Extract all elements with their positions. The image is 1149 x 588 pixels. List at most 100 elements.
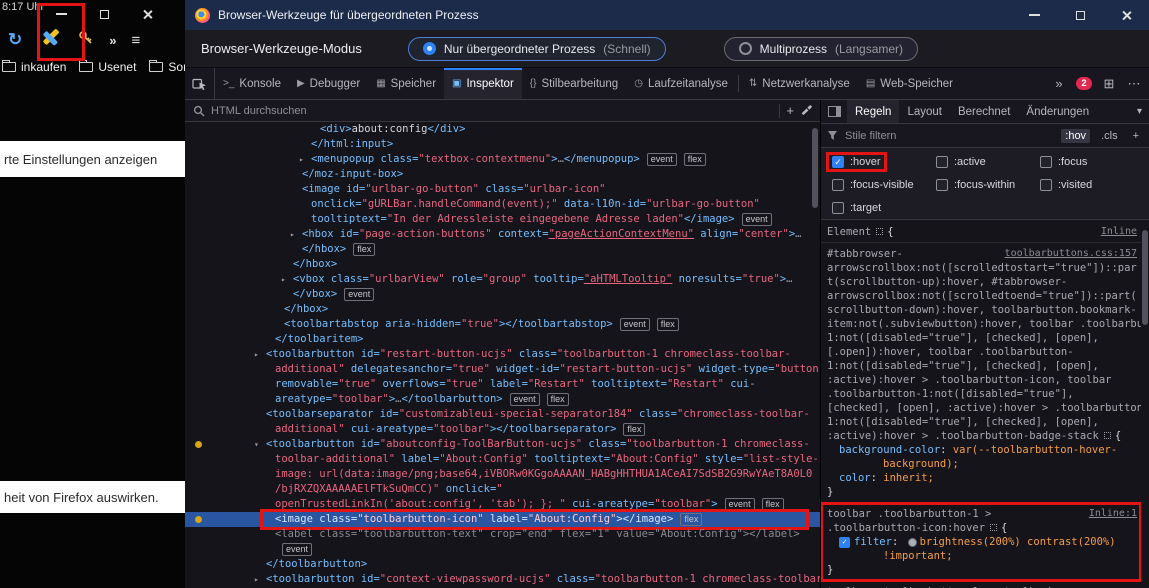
selector-highlighter-icon[interactable] [1104,432,1111,439]
attr-value[interactable]: "aHTMLTooltip" [584,273,673,285]
pseudo-item-hover[interactable]: :hover [829,155,884,169]
sidebar-tab-layout[interactable]: Layout [899,100,950,123]
tab-laufzeitanalyse[interactable]: ◷Laufzeitanalyse [626,68,736,99]
overflow-chevron-icon[interactable]: » [109,33,116,48]
markup-line[interactable]: ▸<toolbarbutton id="restart-button-ucjs"… [185,347,820,362]
selector-highlighter-icon[interactable] [990,524,997,531]
pseudo-item-target[interactable]: :target [829,201,884,215]
markup-line[interactable]: </hbox> [185,302,820,317]
markup-scrollbar-thumb[interactable] [812,128,818,208]
rule-selector[interactable]: [checked], [open], :active):hover > .too… [827,401,1141,415]
expand-arrow-icon[interactable]: ▸ [254,572,266,587]
event-badge[interactable]: event [282,543,312,556]
flex-badge[interactable]: flex [353,243,375,256]
markup-search-input[interactable]: HTML durchsuchen [211,105,773,117]
pseudo-item-focus[interactable]: :focus [1037,155,1090,169]
sidebar-tab-änderungen[interactable]: Änderungen [1018,100,1097,123]
pseudo-item-visited[interactable]: :visited [1037,178,1095,192]
markup-line[interactable]: ▾<toolbarbutton id="aboutconfig-ToolBarB… [185,437,820,452]
checkbox-unchecked-icon[interactable] [1040,156,1052,168]
rule-selector[interactable]: arrowscrollbox:not([scrolledtostart="tru… [827,261,1141,275]
expand-arrow-icon[interactable]: ▸ [299,152,311,167]
markup-line[interactable]: </hbox> [185,257,820,272]
event-badge[interactable]: event [510,393,540,406]
pseudo-item-focus-visible[interactable]: :focus-visible [829,178,917,192]
close-button[interactable] [1103,0,1149,30]
attr-value[interactable]: "pageActionContextMenu" [549,228,694,240]
expand-arrow-icon[interactable]: ▸ [290,227,302,242]
markup-line[interactable]: ▸<toolbarbutton id="context-viewpassword… [185,572,820,587]
markup-line[interactable]: </hbox>flex [185,242,820,257]
stylesheet-link[interactable]: toolbarbuttons.css:157 [1005,247,1137,261]
markup-line[interactable]: <label class="toolbarbutton-text" crop="… [185,527,820,542]
menu-icon[interactable]: ≡ [131,32,140,49]
markup-line[interactable]: <image class="toolbarbutton-icon" label=… [185,512,820,527]
rule-selector[interactable]: .toolbarbutton-1:not([disabled="true"], [827,387,1141,401]
markup-line[interactable]: /bjRXZQXAAAAAElFTkSuQmCC)" onclick=" [185,482,820,497]
sync-icon[interactable]: ↻ [8,30,22,50]
stylesheet-link[interactable]: Inline [1101,225,1137,239]
rule-selector[interactable]: scrollbutton-down):hover, toolbarbutton.… [827,303,1141,317]
all-tabs-caret-icon[interactable]: ▾ [1130,106,1149,117]
mode-option-multiprocess[interactable]: Multiprozess(Langsamer) [724,37,918,61]
tab-stilbearbeitung[interactable]: {}Stilbearbeitung [522,68,626,99]
flex-badge[interactable]: flex [657,318,679,331]
minimize-button[interactable] [1011,0,1057,30]
css-declaration[interactable]: color: inherit; [827,471,1141,485]
rule-selector[interactable]: item:not(.subviewbutton):hover, toolbar … [827,317,1141,331]
markup-line[interactable]: </moz-input-box> [185,167,820,182]
minimize-icon[interactable] [56,13,67,15]
tab-konsole[interactable]: >_Konsole [215,68,289,99]
rule-selector[interactable]: Element{ [827,225,1141,239]
event-badge[interactable]: event [344,288,374,301]
css-declaration[interactable]: background-color: var(--toolbarbutton-ho… [827,443,1141,457]
rules-filter-input[interactable]: Stile filtern [845,130,1054,142]
markup-line[interactable]: areatype="toolbar">…</toolbarbutton>even… [185,392,820,407]
split-console-icon[interactable]: ⊞ [1098,68,1120,99]
pane-toggle-icon[interactable] [821,106,847,117]
close-icon[interactable] [142,9,153,20]
markup-line[interactable]: <image id="urlbar-go-button" class="urlb… [185,182,820,197]
event-badge[interactable]: event [620,318,650,331]
markup-line[interactable]: event [185,542,820,557]
checkbox-unchecked-icon[interactable] [1040,179,1052,191]
rule-selector[interactable]: 1:not([disabled="true"], [checked], [ope… [827,359,1141,373]
markup-line[interactable]: image: url(data:image/png;base64,iVBORw0… [185,467,820,482]
event-badge[interactable]: event [742,213,772,226]
flex-badge[interactable]: flex [762,498,784,511]
markup-line[interactable]: ▸<menupopup class="textbox-contextmenu">… [185,152,820,167]
pseudo-item-active[interactable]: :active [933,155,989,169]
flex-badge[interactable]: flex [623,423,645,436]
add-node-button[interactable]: + [786,103,794,118]
bookmark-item[interactable]: Sonst [149,60,185,74]
error-count-button[interactable]: 2 [1073,68,1095,99]
css-declaration[interactable]: filter: brightness(200%) contrast(200%) [827,535,1141,549]
overflow-chevron-icon[interactable]: » [1048,68,1070,99]
meatball-menu-icon[interactable]: ⋯ [1123,68,1145,99]
checkbox-unchecked-icon[interactable] [832,179,844,191]
rule-selector[interactable]: :active):hover > .toolbarbutton-badge-st… [827,429,1141,443]
markup-line[interactable]: <toolbarseparator id="customizableui-spe… [185,407,820,422]
mode-option-parent-process[interactable]: Nur übergeordneter Prozess(Schnell) [408,37,666,61]
toggle-pseudo-classes-button[interactable]: :hov [1061,129,1090,143]
sidebar-tab-berechnet[interactable]: Berechnet [950,100,1018,123]
tab-netzwerkanalyse[interactable]: ⇅Netzwerkanalyse [741,68,858,99]
sidebar-tab-regeln[interactable]: Regeln [847,100,899,123]
markup-line[interactable]: </toolbarbutton> [185,557,820,572]
markup-line[interactable]: additional" cui-areatype="toolbar"></too… [185,422,820,437]
markup-line[interactable]: openTrustedLinkIn('about:config', 'tab')… [185,497,820,512]
rule-selector[interactable]: arrowscrollbox:not([scrolledtoend="true"… [827,289,1141,303]
rule-selector[interactable]: [.open]):hover, toolbar .toolbarbutton- [827,345,1141,359]
markup-line[interactable]: <toolbartabstop aria-hidden="true"></too… [185,317,820,332]
stylesheet-link[interactable]: Inline:1 [1089,507,1137,521]
tab-inspektor[interactable]: ▣Inspektor [444,68,522,99]
rules-scrollbar-thumb[interactable] [1142,230,1148,325]
expand-arrow-icon[interactable]: ▸ [254,347,266,362]
expand-arrow-icon[interactable]: ▸ [281,272,293,287]
customize-tool-icon[interactable] [37,25,63,56]
rule-selector[interactable]: t(scrollbutton-up):hover, #tabbrowser- [827,275,1141,289]
selector-highlighter-icon[interactable] [876,228,883,235]
add-rule-button[interactable]: + [1129,129,1143,143]
checkbox-unchecked-icon[interactable] [936,179,948,191]
rule-selector[interactable]: :active):hover > .toolbarbutton-icon, to… [827,373,1141,387]
